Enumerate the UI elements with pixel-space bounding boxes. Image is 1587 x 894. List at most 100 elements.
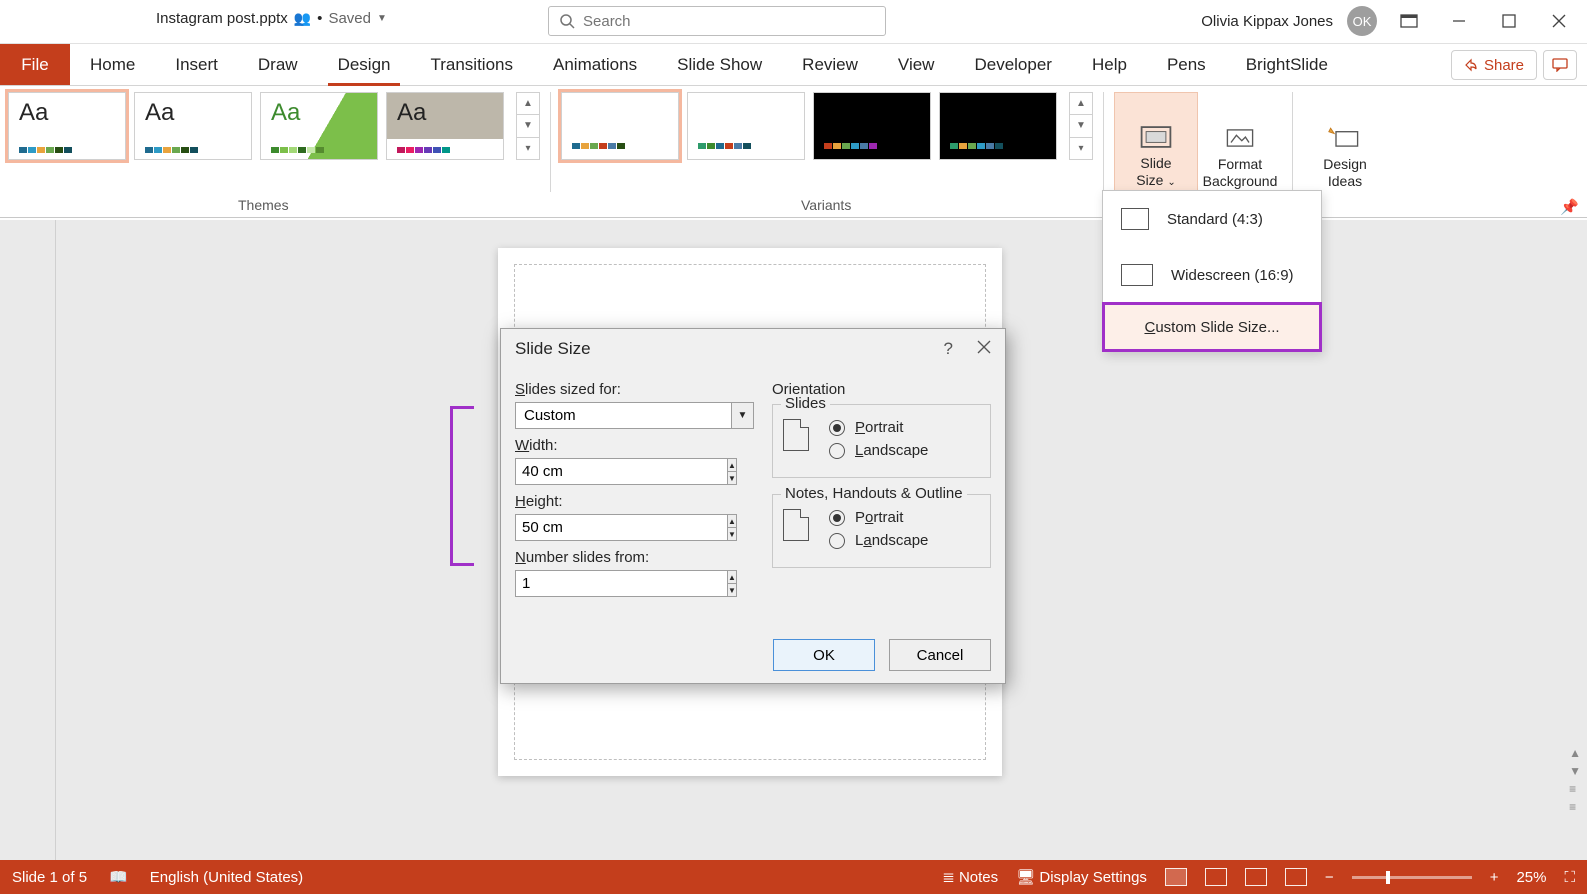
tab-help[interactable]: Help [1072, 44, 1147, 85]
radio-landscape-slides[interactable]: Landscape [829, 442, 978, 459]
share-button[interactable]: Share [1451, 50, 1537, 80]
aspect-icon [1121, 208, 1149, 230]
width-stepper[interactable]: ▲▼ [515, 458, 613, 485]
variant-thumb[interactable] [561, 92, 679, 160]
height-stepper[interactable]: ▲▼ [515, 514, 613, 541]
language-status[interactable]: English (United States) [150, 869, 303, 886]
tab-animations[interactable]: Animations [533, 44, 657, 85]
user-name: Olivia Kippax Jones [1201, 13, 1333, 30]
maximize-icon[interactable] [1491, 6, 1527, 36]
tab-review[interactable]: Review [782, 44, 878, 85]
spin-down-icon[interactable]: ▼ [728, 584, 736, 596]
dialog-right-column: Orientation Slides Portrait Landscape No… [772, 373, 991, 597]
gallery-scroll[interactable]: ▲▼▾ [1069, 92, 1093, 160]
tab-insert[interactable]: Insert [155, 44, 238, 85]
height-value[interactable] [515, 514, 728, 541]
divider [1103, 92, 1104, 192]
group-label-themes: Themes [238, 197, 289, 213]
spin-down-icon[interactable]: ▼ [728, 528, 736, 540]
slide-size-label: Slide Size ⌄ [1136, 155, 1176, 191]
tab-draw[interactable]: Draw [238, 44, 318, 85]
sized-for-combo[interactable]: ▼ [515, 402, 754, 429]
ribbon-tabs: File Home Insert Draw Design Transitions… [0, 44, 1587, 86]
tab-slideshow[interactable]: Slide Show [657, 44, 782, 85]
display-settings-button[interactable]: 🖥 Display Settings [1016, 868, 1147, 886]
page-icon [783, 509, 809, 541]
theme-thumb[interactable]: Aa [386, 92, 504, 160]
cancel-button[interactable]: Cancel [889, 639, 991, 671]
comment-icon [1552, 58, 1568, 72]
radio-landscape-notes[interactable]: Landscape [829, 532, 978, 549]
fit-window-icon[interactable]: ⛶ [1564, 869, 1575, 886]
autosave-icon: 👥 [294, 10, 311, 27]
gallery-scroll[interactable]: ▲▼▾ [516, 92, 540, 160]
comments-button[interactable] [1543, 50, 1577, 80]
zoom-out-icon[interactable]: − [1325, 869, 1334, 886]
statusbar: Slide 1 of 5 📖 English (United States) ≣… [0, 860, 1587, 894]
theme-thumb[interactable]: Aa [134, 92, 252, 160]
close-icon[interactable] [1541, 6, 1577, 36]
tab-brightslide[interactable]: BrightSlide [1226, 44, 1348, 85]
reading-view-icon[interactable] [1245, 868, 1267, 886]
design-ideas-label: Design Ideas [1323, 156, 1367, 190]
tab-design[interactable]: Design [318, 44, 411, 85]
zoom-in-icon[interactable]: + [1490, 869, 1499, 886]
tab-file[interactable]: File [0, 44, 70, 85]
ribbon-body: Aa Aa Aa Aa ▲▼▾ Themes ▲▼▾ Variants Slid… [0, 86, 1587, 218]
width-label: Width: [515, 437, 754, 454]
slide-thumbnail-rail[interactable] [0, 220, 56, 860]
tab-home[interactable]: Home [70, 44, 155, 85]
tab-developer[interactable]: Developer [954, 44, 1072, 85]
spin-down-icon[interactable]: ▼ [728, 472, 736, 484]
number-from-stepper[interactable]: ▲▼ [515, 570, 593, 597]
accessibility-icon[interactable]: 📖 [109, 868, 128, 886]
spin-up-icon[interactable]: ▲ [728, 571, 736, 584]
spin-up-icon[interactable]: ▲ [728, 515, 736, 528]
normal-view-icon[interactable] [1165, 868, 1187, 886]
sized-for-value[interactable] [515, 402, 732, 429]
minimize-icon[interactable] [1441, 6, 1477, 36]
menu-custom-size[interactable]: Custom Slide Size... [1103, 303, 1321, 351]
chevron-down-icon[interactable]: ▼ [732, 402, 754, 429]
number-from-value[interactable] [515, 570, 728, 597]
width-value[interactable] [515, 458, 728, 485]
slide-nav-arrows[interactable]: ▲▼≡≡ [1569, 746, 1581, 814]
variant-thumb[interactable] [939, 92, 1057, 160]
titlebar: Instagram post.pptx 👥 • Saved ▼ Search O… [0, 0, 1587, 44]
radio-portrait-slides[interactable]: Portrait [829, 419, 978, 436]
number-from-label: Number slides from: [515, 549, 754, 566]
slide-counter[interactable]: Slide 1 of 5 [12, 869, 87, 886]
chevron-down-icon[interactable]: ▼ [377, 13, 387, 24]
filename: Instagram post.pptx [156, 10, 288, 27]
spin-up-icon[interactable]: ▲ [728, 459, 736, 472]
notes-button[interactable]: ≣ Notes [942, 868, 998, 886]
slide-size-icon [1138, 123, 1174, 151]
variant-thumb[interactable] [687, 92, 805, 160]
sorter-view-icon[interactable] [1205, 868, 1227, 886]
ribbon-display-icon[interactable] [1391, 6, 1427, 36]
avatar[interactable]: OK [1347, 6, 1377, 36]
slideshow-view-icon[interactable] [1285, 868, 1307, 886]
tab-pens[interactable]: Pens [1147, 44, 1226, 85]
radio-portrait-notes[interactable]: Portrait [829, 509, 978, 526]
theme-thumb[interactable]: Aa [8, 92, 126, 160]
group-label-variants: Variants [801, 197, 851, 213]
help-icon[interactable]: ? [944, 339, 953, 359]
themes-gallery: Aa Aa Aa Aa ▲▼▾ [8, 92, 540, 160]
zoom-level[interactable]: 25% [1516, 869, 1546, 886]
zoom-slider[interactable] [1352, 876, 1472, 879]
ok-button[interactable]: OK [773, 639, 875, 671]
tab-view[interactable]: View [878, 44, 955, 85]
close-icon[interactable] [977, 339, 991, 359]
menu-standard[interactable]: Standard (4:3) [1103, 191, 1321, 247]
variant-thumb[interactable] [813, 92, 931, 160]
search-input[interactable]: Search [548, 6, 886, 36]
tab-transitions[interactable]: Transitions [410, 44, 533, 85]
slides-orientation-group: Slides Portrait Landscape [772, 404, 991, 478]
menu-widescreen[interactable]: Widescreen (16:9) [1103, 247, 1321, 303]
height-label: Height: [515, 493, 754, 510]
theme-thumb[interactable]: Aa [260, 92, 378, 160]
notes-legend: Notes, Handouts & Outline [781, 485, 967, 502]
share-icon [1464, 58, 1478, 72]
pin-icon[interactable]: 📌 [1560, 198, 1579, 216]
